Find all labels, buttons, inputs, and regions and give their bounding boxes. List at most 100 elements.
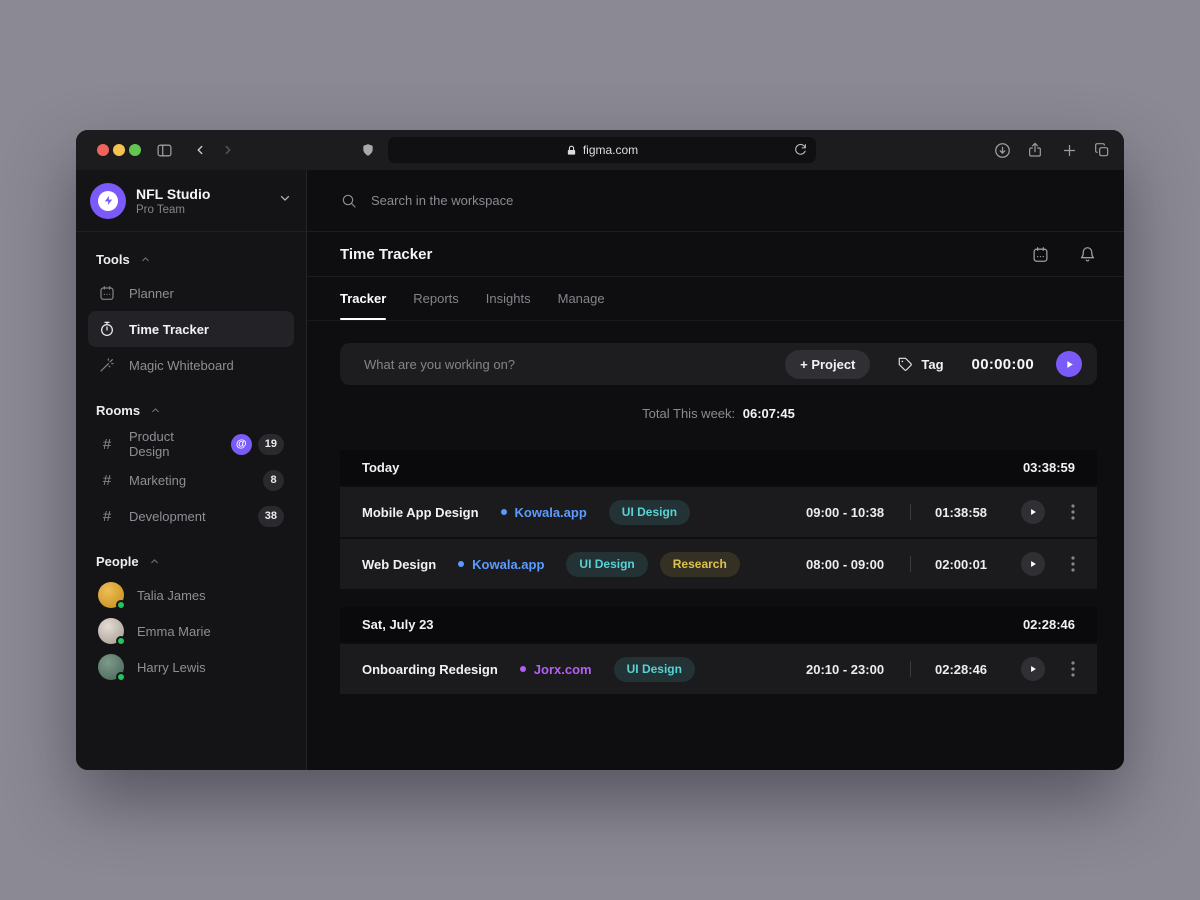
online-status-dot xyxy=(116,636,126,646)
section-rooms-header[interactable]: Rooms xyxy=(88,391,294,426)
entry-name: Onboarding Redesign xyxy=(362,662,498,677)
new-tab-icon[interactable] xyxy=(1059,140,1079,160)
page-header: Time Tracker xyxy=(307,232,1124,277)
sidebar-toggle-icon[interactable] xyxy=(154,140,174,160)
minimize-window-button[interactable] xyxy=(113,144,125,156)
downloads-icon[interactable] xyxy=(992,140,1012,160)
entry-duration: 01:38:58 xyxy=(935,505,997,520)
tab-reports[interactable]: Reports xyxy=(413,277,459,320)
tag-badge[interactable]: UI Design xyxy=(609,500,690,525)
group-title: Today xyxy=(362,460,399,475)
avatar xyxy=(98,582,124,608)
entry-project-link[interactable]: Kowala.app xyxy=(501,505,587,520)
tag-badge[interactable]: UI Design xyxy=(566,552,647,577)
tab-tracker[interactable]: Tracker xyxy=(340,277,386,320)
resume-entry-button[interactable] xyxy=(1021,552,1045,576)
entry-menu-icon[interactable] xyxy=(1071,661,1075,677)
project-color-dot xyxy=(520,666,526,672)
time-entry-row: Onboarding Redesign Jorx.com UI Design 2… xyxy=(340,644,1097,694)
lock-icon xyxy=(566,145,577,156)
resume-entry-button[interactable] xyxy=(1021,500,1045,524)
lightning-bolt-icon xyxy=(98,191,118,211)
sidebar-item-time-tracker[interactable]: Time Tracker xyxy=(88,311,294,347)
tag-badge[interactable]: Research xyxy=(660,552,740,577)
unread-count-badge: 19 xyxy=(258,434,284,455)
sidebar-item-harry-lewis[interactable]: Harry Lewis xyxy=(88,649,294,685)
chevron-up-icon xyxy=(150,405,161,416)
divider xyxy=(910,504,911,520)
search-icon xyxy=(341,193,357,209)
week-total-value: 06:07:45 xyxy=(743,406,795,421)
entry-group-sat-july-23: Sat, July 23 02:28:46 Onboarding Redesig… xyxy=(340,607,1097,694)
workspace-logo xyxy=(90,183,126,219)
reload-icon[interactable] xyxy=(794,143,807,159)
sidebar-item-label: Product Design xyxy=(129,429,218,459)
entry-project-link[interactable]: Jorx.com xyxy=(520,662,592,677)
entry-project-link[interactable]: Kowala.app xyxy=(458,557,544,572)
address-bar[interactable]: figma.com xyxy=(388,137,816,163)
task-input[interactable]: What are you working on? xyxy=(364,357,785,372)
online-status-dot xyxy=(116,600,126,610)
resume-entry-button[interactable] xyxy=(1021,657,1045,681)
sidebar-item-planner[interactable]: Planner xyxy=(88,275,294,311)
privacy-shield-icon[interactable] xyxy=(358,140,378,160)
group-total: 03:38:59 xyxy=(1023,460,1075,475)
sidebar-item-label: Emma Marie xyxy=(137,624,211,639)
entry-menu-icon[interactable] xyxy=(1071,504,1075,520)
section-people-header[interactable]: People xyxy=(88,542,294,577)
calendar-icon[interactable] xyxy=(1032,246,1049,263)
entry-name: Mobile App Design xyxy=(362,505,479,520)
sidebar: NFL Studio Pro Team Tools xyxy=(76,170,307,770)
section-tools: Tools Planner Time Tracker xyxy=(76,232,306,383)
time-entry-row: Web Design Kowala.app UI Design Research… xyxy=(340,539,1097,589)
add-project-button[interactable]: + Project xyxy=(785,350,870,379)
entry-name: Web Design xyxy=(362,557,436,572)
hash-icon: # xyxy=(98,508,116,525)
sidebar-item-development[interactable]: # Development 38 xyxy=(88,498,294,534)
forward-icon[interactable] xyxy=(218,140,238,160)
share-icon[interactable] xyxy=(1025,140,1045,160)
sidebar-item-talia-james[interactable]: Talia James xyxy=(88,577,294,613)
tab-overview-icon[interactable] xyxy=(1092,140,1112,160)
tab-manage[interactable]: Manage xyxy=(558,277,605,320)
workspace-switcher[interactable]: NFL Studio Pro Team xyxy=(76,170,306,232)
sidebar-item-marketing[interactable]: # Marketing 8 xyxy=(88,462,294,498)
section-tools-header[interactable]: Tools xyxy=(88,240,294,275)
add-tag-button[interactable]: Tag xyxy=(898,357,943,372)
mention-badge: @ xyxy=(231,434,252,455)
sidebar-item-label: Time Tracker xyxy=(129,322,209,337)
timer-readout: 00:00:00 xyxy=(972,356,1034,373)
start-timer-button[interactable] xyxy=(1056,351,1082,377)
sidebar-item-label: Magic Whiteboard xyxy=(129,358,234,373)
workspace-plan: Pro Team xyxy=(136,204,278,216)
tag-badge[interactable]: UI Design xyxy=(614,657,695,682)
back-icon[interactable] xyxy=(190,140,210,160)
entry-menu-icon[interactable] xyxy=(1071,556,1075,572)
tab-insights[interactable]: Insights xyxy=(486,277,531,320)
sidebar-item-magic-whiteboard[interactable]: Magic Whiteboard xyxy=(88,347,294,383)
section-rooms-label: Rooms xyxy=(96,403,140,418)
sidebar-item-label: Talia James xyxy=(137,588,206,603)
sidebar-item-label: Marketing xyxy=(129,473,186,488)
bell-icon[interactable] xyxy=(1079,246,1096,263)
time-entry-row: Mobile App Design Kowala.app UI Design 0… xyxy=(340,487,1097,537)
unread-count-badge: 38 xyxy=(258,506,284,527)
sidebar-item-product-design[interactable]: # Product Design @ 19 xyxy=(88,426,294,462)
workspace-search-input[interactable]: Search in the workspace xyxy=(307,170,1124,232)
zoom-window-button[interactable] xyxy=(129,144,141,156)
close-window-button[interactable] xyxy=(97,144,109,156)
project-name: Jorx.com xyxy=(534,662,592,677)
chevron-up-icon xyxy=(140,254,151,265)
chevron-down-icon xyxy=(278,191,292,210)
sidebar-item-emma-marie[interactable]: Emma Marie xyxy=(88,613,294,649)
project-color-dot xyxy=(501,509,507,515)
avatar xyxy=(98,654,124,680)
page-title: Time Tracker xyxy=(340,246,432,263)
chevron-up-icon xyxy=(149,556,160,567)
sidebar-item-label: Harry Lewis xyxy=(137,660,206,675)
week-total-label: Total This week: xyxy=(642,406,735,421)
tag-icon xyxy=(898,357,913,372)
project-color-dot xyxy=(458,561,464,567)
project-name: Kowala.app xyxy=(515,505,587,520)
calendar-icon xyxy=(98,285,116,301)
